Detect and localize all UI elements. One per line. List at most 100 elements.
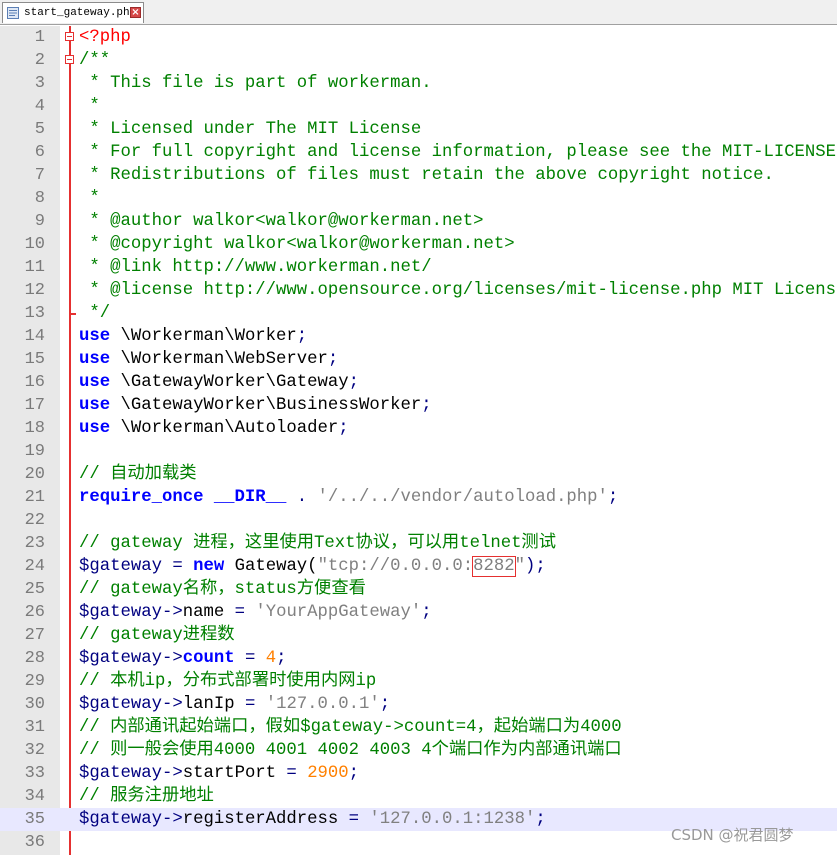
code-token: . bbox=[286, 488, 318, 507]
code-line[interactable]: 22 bbox=[0, 509, 837, 532]
code-token: // gateway名称，status方便查看 bbox=[79, 580, 366, 599]
line-number: 13 bbox=[24, 304, 45, 323]
line-number: 26 bbox=[24, 603, 45, 622]
code-text: * @author walkor<walkor@workerman.net> bbox=[79, 210, 483, 233]
code-token: = bbox=[338, 810, 370, 829]
code-line[interactable]: 29 // 本机ip，分布式部署时使用内网ip bbox=[0, 670, 837, 693]
code-text: * For full copyright and license informa… bbox=[79, 141, 837, 164]
line-number: 10 bbox=[24, 235, 45, 254]
code-line[interactable]: 16 use \GatewayWorker\Gateway; bbox=[0, 371, 837, 394]
code-text: */ bbox=[79, 302, 110, 325]
line-number: 20 bbox=[24, 465, 45, 484]
code-line[interactable]: 6 * For full copyright and license infor… bbox=[0, 141, 837, 164]
code-line[interactable]: 31 // 内部通讯起始端口，假如$gateway->count=4，起始端口为4… bbox=[0, 716, 837, 739]
code-token: ; bbox=[296, 327, 308, 346]
code-token: '127.0.0.1:1238' bbox=[369, 810, 536, 829]
code-line[interactable]: 19 bbox=[0, 440, 837, 463]
code-token: ; bbox=[327, 350, 339, 369]
code-line[interactable]: 14 use \Workerman\Worker; bbox=[0, 325, 837, 348]
code-text: // 服务注册地址 bbox=[79, 785, 214, 808]
line-number: 23 bbox=[24, 534, 45, 553]
line-number: 17 bbox=[24, 396, 45, 415]
tab-start-gateway[interactable]: start_gateway.php × bbox=[2, 2, 144, 23]
code-line[interactable]: 18 use \Workerman\Autoloader; bbox=[0, 417, 837, 440]
code-token: ; bbox=[607, 488, 619, 507]
code-token: * bbox=[79, 189, 100, 208]
code-line[interactable]: 32 // 则一般会使用4000 4001 4002 4003 4个端口作为内部通… bbox=[0, 739, 837, 762]
code-token: Gateway( bbox=[224, 557, 318, 576]
code-token: registerAddress bbox=[182, 810, 339, 829]
code-text: * @link http://www.workerman.net/ bbox=[79, 256, 431, 279]
code-token: * This file is part of workerman. bbox=[79, 74, 432, 93]
code-line[interactable]: 17 use \GatewayWorker\BusinessWorker; bbox=[0, 394, 837, 417]
line-number: 7 bbox=[34, 166, 45, 185]
code-line[interactable]: 34 // 服务注册地址 bbox=[0, 785, 837, 808]
code-line[interactable]: 11 * @link http://www.workerman.net/ bbox=[0, 256, 837, 279]
code-text: require_once __DIR__ . '/../../vendor/au… bbox=[79, 486, 618, 509]
close-icon[interactable]: × bbox=[130, 7, 141, 18]
code-line[interactable]: 28 $gateway->count = 4; bbox=[0, 647, 837, 670]
code-line[interactable]: 10 * @copyright walkor<walkor@workerman.… bbox=[0, 233, 837, 256]
code-text: /** bbox=[79, 49, 110, 72]
code-token: // 则一般会使用4000 4001 4002 4003 4个端口作为内部通讯端… bbox=[79, 741, 622, 760]
code-text: // 本机ip，分布式部署时使用内网ip bbox=[79, 670, 376, 693]
line-number: 12 bbox=[24, 281, 45, 300]
line-number: 21 bbox=[24, 488, 45, 507]
code-token: use bbox=[79, 373, 111, 392]
highlighted-port: 8282 bbox=[472, 556, 516, 577]
code-line[interactable]: 20 // 自动加载类 bbox=[0, 463, 837, 486]
code-line[interactable]: 30 $gateway->lanIp = '127.0.0.1'; bbox=[0, 693, 837, 716]
code-line[interactable]: 5 * Licensed under The MIT License bbox=[0, 118, 837, 141]
fold-toggle-icon[interactable] bbox=[65, 55, 74, 64]
code-token: $gateway bbox=[79, 810, 162, 829]
code-line[interactable]: 3 * This file is part of workerman. bbox=[0, 72, 837, 95]
code-line[interactable]: 26 $gateway->name = 'YourAppGateway'; bbox=[0, 601, 837, 624]
code-line[interactable]: 23 // gateway 进程，这里使用Text协议，可以用telnet测试 bbox=[0, 532, 837, 555]
code-token: use bbox=[79, 327, 111, 346]
code-line[interactable]: 15 use \Workerman\WebServer; bbox=[0, 348, 837, 371]
code-token: = bbox=[234, 695, 266, 714]
fold-toggle-icon[interactable] bbox=[65, 32, 74, 41]
code-line[interactable]: 25 // gateway名称，status方便查看 bbox=[0, 578, 837, 601]
watermark: CSDN @祝君圆梦 bbox=[671, 826, 794, 844]
line-number: 3 bbox=[34, 74, 45, 93]
code-line[interactable]: 1 <?php bbox=[0, 26, 837, 49]
code-line[interactable]: 13 */ bbox=[0, 302, 837, 325]
code-text: $gateway = new Gateway("tcp://0.0.0.0:82… bbox=[79, 555, 546, 578]
code-line[interactable]: 12 * @license http://www.opensource.org/… bbox=[0, 279, 837, 302]
code-token: // 内部通讯起始端口，假如$gateway->count=4，起始端口为400… bbox=[79, 718, 622, 737]
code-token: -> bbox=[161, 649, 183, 668]
code-line[interactable]: 21 require_once __DIR__ . '/../../vendor/… bbox=[0, 486, 837, 509]
code-token: -> bbox=[161, 810, 183, 829]
code-token: startPort bbox=[182, 764, 277, 783]
code-line[interactable]: 24 $gateway = new Gateway("tcp://0.0.0.0:… bbox=[0, 555, 837, 578]
code-line[interactable]: 2 /** bbox=[0, 49, 837, 72]
code-line[interactable]: 9 * @author walkor<walkor@workerman.net> bbox=[0, 210, 837, 233]
line-number: 35 bbox=[24, 810, 45, 829]
code-line[interactable]: 7 * Redistributions of files must retain… bbox=[0, 164, 837, 187]
code-text: * @copyright walkor<walkor@workerman.net… bbox=[79, 233, 514, 256]
code-line[interactable]: 27 // gateway进程数 bbox=[0, 624, 837, 647]
code-token: $gateway bbox=[79, 649, 162, 668]
code-token: \Workerman\Autoloader bbox=[110, 419, 339, 438]
code-editor[interactable]: 1 <?php 2 /** 3 * This file is part of worke… bbox=[0, 26, 837, 855]
code-token: = bbox=[234, 649, 266, 668]
code-text: // gateway名称，status方便查看 bbox=[79, 578, 366, 601]
code-text: use \Workerman\WebServer; bbox=[79, 348, 338, 371]
code-token: * @author walkor<walkor@workerman.net> bbox=[79, 212, 484, 231]
line-number: 36 bbox=[24, 833, 45, 852]
code-token: use bbox=[79, 419, 111, 438]
code-token: // 服务注册地址 bbox=[79, 787, 214, 806]
code-token: ; bbox=[421, 603, 432, 622]
code-line[interactable]: 4 * bbox=[0, 95, 837, 118]
code-token: // 自动加载类 bbox=[79, 465, 197, 484]
code-text: $gateway->startPort = 2900; bbox=[79, 762, 359, 785]
php-file-icon bbox=[7, 7, 19, 19]
code-token: ; bbox=[348, 764, 360, 783]
code-line[interactable]: 33 $gateway->startPort = 2900; bbox=[0, 762, 837, 785]
code-token: ; bbox=[535, 810, 546, 829]
code-line[interactable]: 8 * bbox=[0, 187, 837, 210]
code-text: * This file is part of workerman. bbox=[79, 72, 432, 95]
code-token: \GatewayWorker\Gateway bbox=[110, 373, 349, 392]
tab-bar: start_gateway.php × bbox=[0, 0, 837, 25]
